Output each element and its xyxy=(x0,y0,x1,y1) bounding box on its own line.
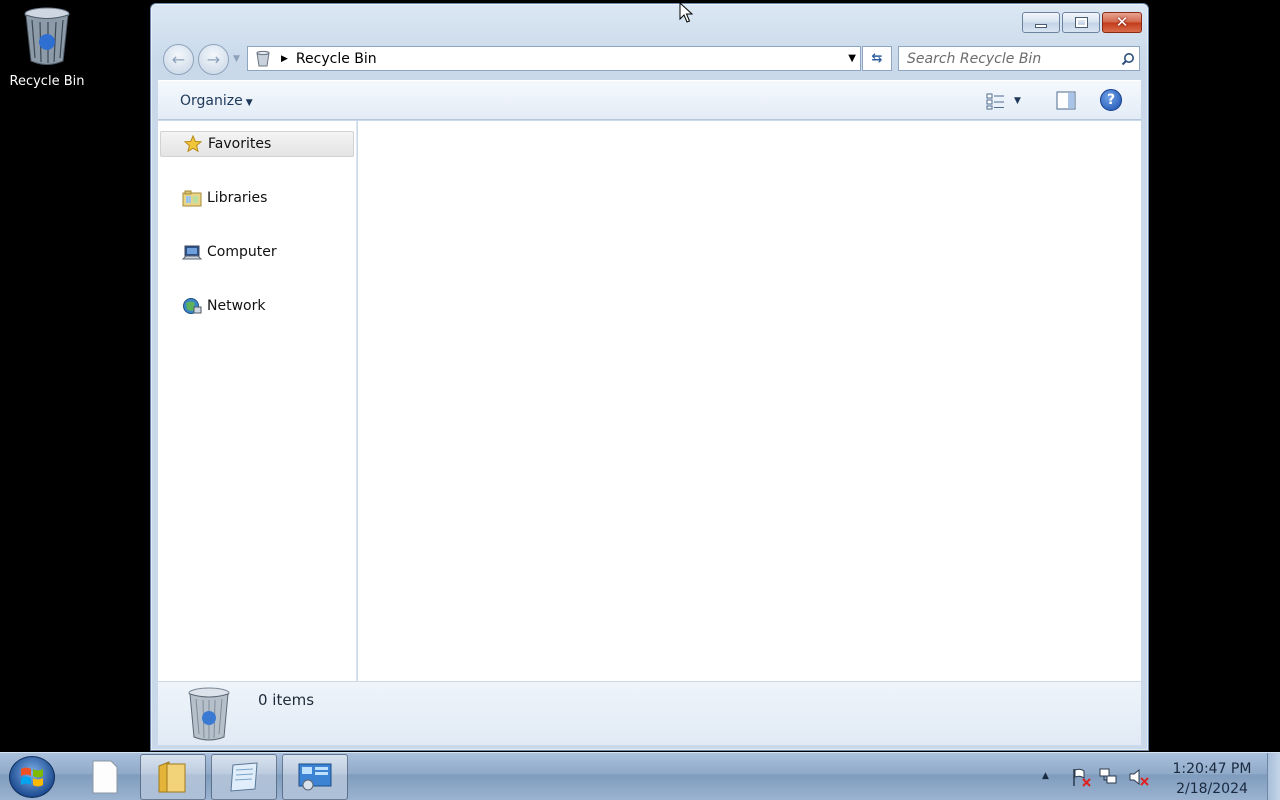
back-button[interactable]: ← xyxy=(163,44,194,75)
nav-item-label: Network xyxy=(207,298,266,314)
taskbar-windows-explorer[interactable] xyxy=(140,754,206,800)
navigation-pane: Favorites Libraries Computer Network xyxy=(158,121,357,681)
recycle-bin-icon xyxy=(256,50,270,66)
clock-time: 1:20:47 PM xyxy=(1172,761,1252,777)
item-count: 0 items xyxy=(258,691,315,709)
address-bar[interactable]: ▶ Recycle Bin ▼ xyxy=(247,46,861,71)
notepad-icon xyxy=(230,762,258,792)
network-icon xyxy=(182,297,202,315)
taskbar: ▲ 1:20:47 PM 2/18/2024 xyxy=(0,752,1280,800)
breadcrumb-chevron-icon[interactable]: ▶ xyxy=(281,54,288,64)
help-icon: ? xyxy=(1106,92,1116,108)
mouse-cursor-icon xyxy=(679,2,693,23)
change-view-button[interactable]: ▼ xyxy=(986,91,1030,111)
nav-item-label: Favorites xyxy=(208,136,272,152)
preview-pane-icon[interactable] xyxy=(1056,91,1076,110)
recycle-bin-icon xyxy=(24,7,70,65)
taskbar-blank-document[interactable] xyxy=(72,754,138,800)
document-icon xyxy=(92,760,118,794)
view-options-dropdown-icon[interactable]: ▼ xyxy=(1014,96,1021,106)
nav-item-label: Libraries xyxy=(207,190,268,206)
organize-menu-button[interactable]: Organize ▼ xyxy=(180,93,253,109)
windows-logo-icon xyxy=(21,767,43,787)
explorer-window: ✕ ← → ▼ ▶ Recycle Bin ▼ ⇆ Organize▼ ▼ xyxy=(150,3,1149,751)
computer-icon xyxy=(182,243,202,261)
minimize-icon xyxy=(1035,23,1047,28)
view-details-icon xyxy=(986,93,1004,110)
network-status-icon[interactable] xyxy=(1098,767,1120,787)
forward-button[interactable]: → xyxy=(198,44,229,75)
star-icon xyxy=(183,135,203,153)
taskbar-notepad[interactable] xyxy=(211,754,277,800)
control-panel-icon xyxy=(298,763,332,791)
help-button[interactable]: ? xyxy=(1100,89,1122,111)
show-desktop-button[interactable] xyxy=(1267,753,1280,800)
close-button[interactable]: ✕ xyxy=(1102,12,1142,33)
refresh-button[interactable]: ⇆ xyxy=(862,46,892,71)
nav-item-network[interactable]: Network xyxy=(160,293,354,319)
search-icon[interactable] xyxy=(1117,52,1139,66)
recycle-bin-label: Recycle Bin xyxy=(9,74,85,89)
command-bar: Organize ▼ ▼ ? xyxy=(158,80,1141,120)
close-icon: ✕ xyxy=(1115,13,1129,31)
search-box[interactable] xyxy=(898,46,1140,71)
nav-item-libraries[interactable]: Libraries xyxy=(160,185,354,211)
action-center-flag-icon[interactable] xyxy=(1070,767,1092,787)
folder-icon xyxy=(158,761,186,793)
taskbar-control-panel[interactable] xyxy=(282,754,348,800)
details-pane: 0 items xyxy=(158,681,1141,745)
refresh-icon: ⇆ xyxy=(871,51,883,66)
maximize-button[interactable] xyxy=(1062,12,1100,33)
clock-date: 2/18/2024 xyxy=(1176,781,1248,797)
nav-item-favorites[interactable]: Favorites xyxy=(160,131,354,157)
system-clock[interactable]: 1:20:47 PM 2/18/2024 xyxy=(1172,759,1252,799)
minimize-button[interactable] xyxy=(1022,12,1060,33)
recent-pages-dropdown[interactable]: ▼ xyxy=(233,54,240,64)
organize-label: Organize xyxy=(180,93,243,109)
address-dropdown-icon[interactable]: ▼ xyxy=(848,53,856,64)
back-arrow-icon: ← xyxy=(171,50,186,69)
recycle-bin-icon xyxy=(188,687,230,741)
libraries-icon xyxy=(182,189,202,207)
file-list-area[interactable] xyxy=(358,121,1141,681)
maximize-icon xyxy=(1074,17,1088,28)
nav-item-computer[interactable]: Computer xyxy=(160,239,354,265)
window-controls: ✕ xyxy=(1022,12,1142,33)
chevron-down-icon: ▼ xyxy=(245,98,253,108)
search-input[interactable] xyxy=(899,50,1117,67)
show-hidden-icons-button[interactable]: ▲ xyxy=(1042,771,1049,781)
nav-item-label: Computer xyxy=(207,244,277,260)
volume-muted-icon[interactable] xyxy=(1128,767,1150,787)
forward-arrow-icon: → xyxy=(206,50,221,69)
address-location[interactable]: Recycle Bin xyxy=(296,51,377,67)
start-button[interactable] xyxy=(9,756,55,798)
desktop-recycle-bin[interactable]: Recycle Bin xyxy=(4,6,90,89)
